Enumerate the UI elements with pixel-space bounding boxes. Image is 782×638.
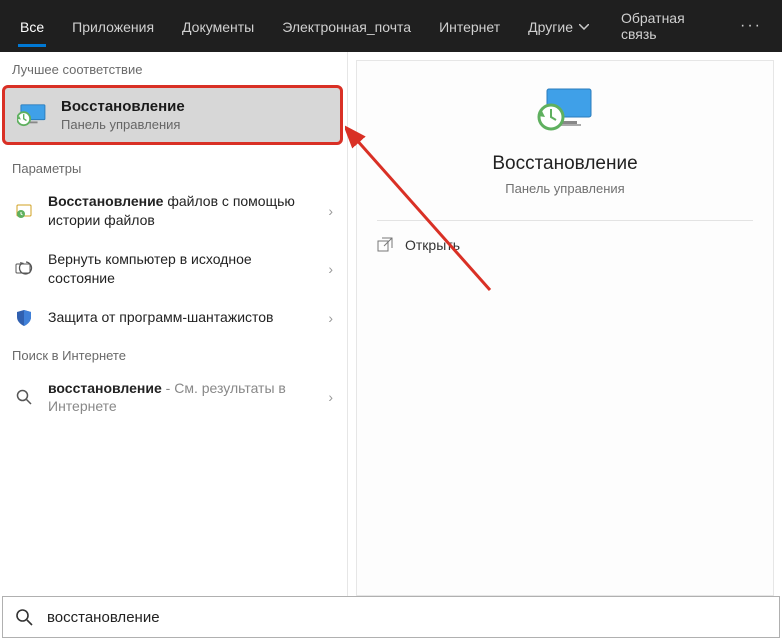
results-panel: Лучшее соответствие Восстановление Панел… [0,52,348,596]
web-search-label: восстановление - См. результаты в Интерн… [48,379,314,417]
chevron-right-icon: › [328,389,333,405]
more-button[interactable]: ··· [728,17,774,35]
section-web-search: Поиск в Интернете [0,338,347,369]
search-icon [15,608,33,626]
open-label: Открыть [405,237,460,253]
recovery-icon [535,85,595,135]
tab-email[interactable]: Электронная_почта [270,5,423,47]
best-match-subtitle: Панель управления [61,117,185,132]
best-match-item[interactable]: Восстановление Панель управления [2,85,343,145]
settings-item-reset-pc[interactable]: Вернуть компьютер в исходное состояние › [0,240,347,298]
tab-internet[interactable]: Интернет [427,5,512,47]
tab-documents[interactable]: Документы [170,5,266,47]
tab-more[interactable]: Другие [516,5,601,47]
search-icon [14,387,34,407]
tab-bar: Все Приложения Документы Электронная_поч… [0,0,782,52]
tab-apps[interactable]: Приложения [60,5,166,47]
shield-icon [14,308,34,328]
preview-panel: Восстановление Панель управления Открыть [356,60,774,596]
section-best-match: Лучшее соответствие [0,52,347,83]
settings-item-ransomware[interactable]: Защита от программ-шантажистов › [0,298,347,338]
chevron-right-icon: › [328,261,333,277]
search-bar[interactable] [2,596,780,638]
section-settings: Параметры [0,151,347,182]
best-match-title: Восстановление [61,98,185,115]
reset-icon [14,259,34,279]
chevron-down-icon [579,24,589,30]
settings-item-label: Восстановление файлов с помощью истории … [48,192,314,230]
settings-item-label: Защита от программ-шантажистов [48,308,314,327]
preview-subtitle: Панель управления [377,181,753,196]
preview-title: Восстановление [377,153,753,175]
web-search-item[interactable]: восстановление - См. результаты в Интерн… [0,369,347,427]
open-action[interactable]: Открыть [357,221,773,269]
recovery-icon [17,103,47,127]
settings-item-file-history[interactable]: Восстановление файлов с помощью истории … [0,182,347,240]
feedback-link[interactable]: Обратная связь [609,10,724,42]
chevron-right-icon: › [328,310,333,326]
search-input[interactable] [47,609,767,626]
open-icon [377,237,393,253]
settings-item-label: Вернуть компьютер в исходное состояние [48,250,314,288]
chevron-right-icon: › [328,203,333,219]
tab-all[interactable]: Все [8,5,56,47]
history-icon [14,201,34,221]
